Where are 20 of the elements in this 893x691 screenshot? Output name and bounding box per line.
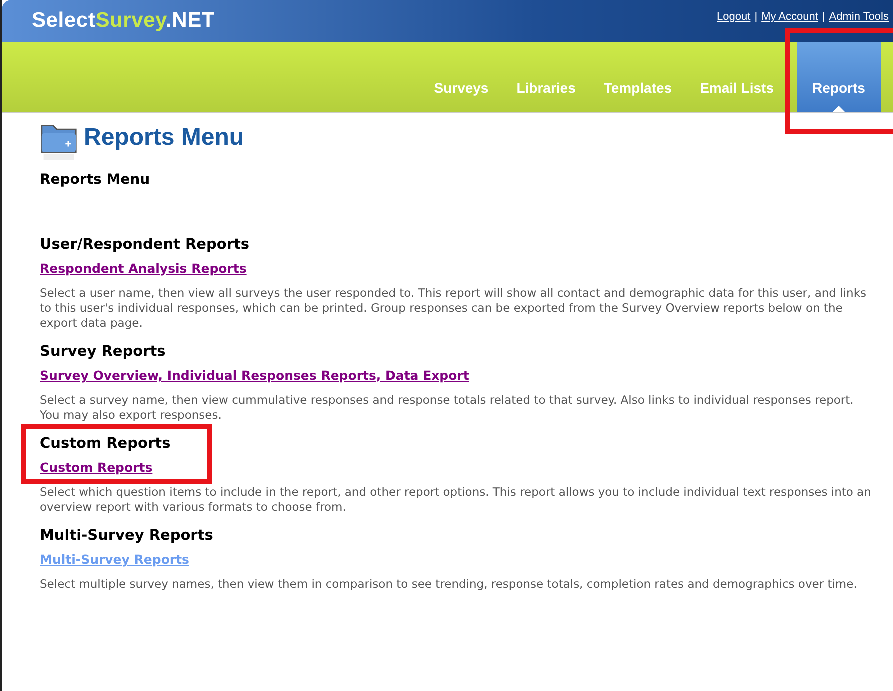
header-link[interactable]: Admin Tools [829,11,889,23]
separator: | [822,11,826,23]
report-link[interactable]: Survey Overview, Individual Responses Reports, Data Export [40,368,470,383]
page-title: Reports Menu [84,124,244,152]
report-description: Select a survey name, then view cummulative responses and response totals related to that survey. Also links to individual responses report. You may also export responses. [40,393,855,423]
logo: SelectSurvey.NET [32,9,216,33]
section-heading: Multi-Survey Reports [40,528,214,544]
separator: | [754,11,758,23]
nav-tab[interactable]: Reports [797,42,881,112]
report-link[interactable]: Respondent Analysis Reports [40,261,250,276]
section-heading: Survey Reports [40,344,167,360]
section-heading: User/Respondent Reports [40,237,250,253]
section-title: Reports Menu [40,172,152,188]
header-link[interactable]: My Account [762,11,818,23]
section-heading: Custom Reports [40,436,171,452]
report-description: Select multiple survey names, then view them in comparison to see trending, response totals, completion rates and demographics over time. [40,577,858,592]
header-link[interactable]: Logout [717,11,751,23]
report-description: Select a user name, then view all surveys the user responded to. This report will show all contact and demographic data for this user, and links to this user's individual responses, which can be printed. Group responses can be exported from the Survey Overview reports below on the export data page. [40,286,868,331]
report-description: Select which question items to include in the report, and other report options. This report allows you to include individual text responses into an overview report with various formats to choose from. [40,485,872,515]
report-link[interactable]: Custom Reports [40,460,171,475]
